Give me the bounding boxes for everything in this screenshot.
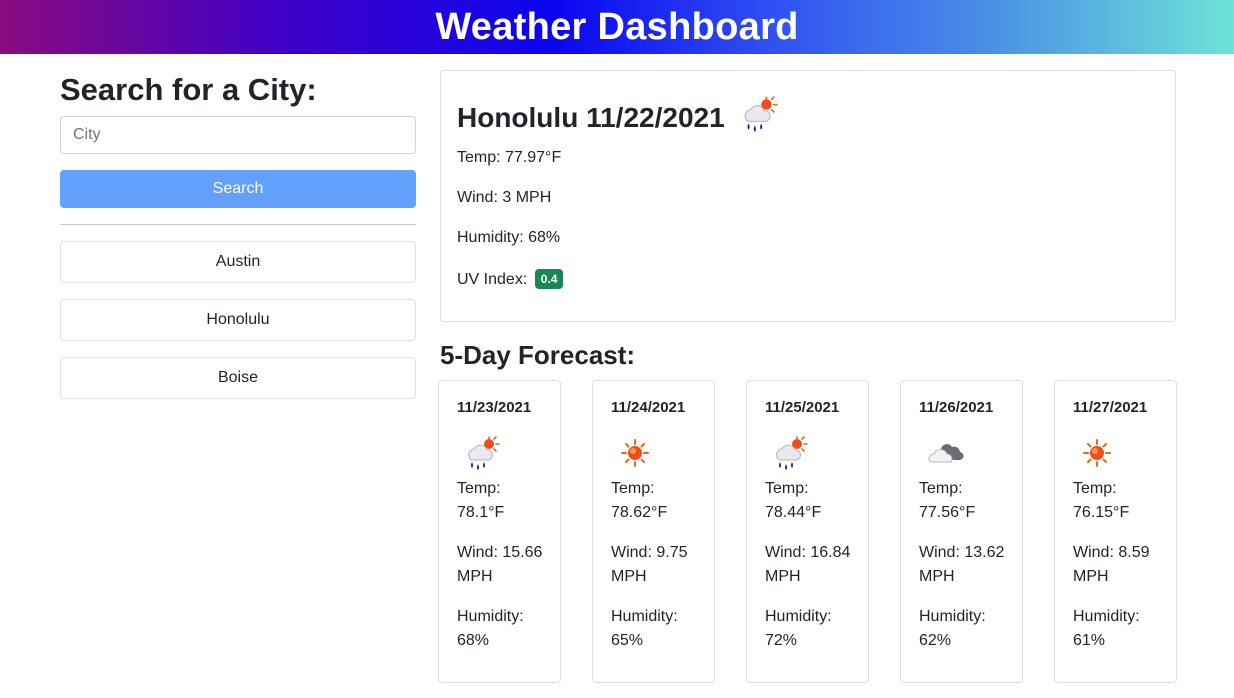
forecast-humidity-label: Humidity: [457,608,524,625]
forecast-temp-label: Temp: [765,480,809,497]
rain-sun-icon [461,433,501,478]
forecast-temp-label: Temp: [457,480,501,497]
rain-sun-icon [769,433,809,478]
forecast-humidity-label: Humidity: [1073,608,1140,625]
forecast-wind-unit: MPH [611,568,647,585]
forecast-temp-value: 78.62°F [611,504,668,521]
current-temp: Temp: 77.97°F [457,149,562,166]
forecast-card: 11/24/2021 Temp: 78.62°F Wind: 9.75 MPH Hu… [592,380,715,683]
forecast-humidity: Humidity: 72% [765,605,865,653]
forecast-title: 5-Day Forecast: [440,340,636,370]
forecast-temp: Temp: 78.44°F [765,477,865,525]
forecast-wind-label: Wind: 16.84 [765,544,851,561]
forecast-wind-label: Wind: 9.75 [611,544,688,561]
forecast-wind: Wind: 9.75 MPH [611,541,711,589]
history-button-boise[interactable]: Boise [60,357,416,399]
rain-sun-icon [737,93,779,142]
app-header: Weather Dashboard [0,0,1234,54]
forecast-card: 11/25/2021 Temp: 78.44°F Wind: 16.84 MPH H… [746,380,869,683]
history-button-austin[interactable]: Austin [60,241,416,283]
forecast-temp-label: Temp: [919,480,963,497]
forecast-wind-unit: MPH [765,568,801,585]
forecast-humidity: Humidity: 62% [919,605,1019,653]
forecast-temp-value: 77.56°F [919,504,976,521]
forecast-temp-value: 78.1°F [457,504,505,521]
forecast-humidity: Humidity: 61% [1073,605,1173,653]
forecast-wind-label: Wind: 8.59 [1073,544,1150,561]
app-title: Weather Dashboard [435,5,799,48]
history-button-honolulu[interactable]: Honolulu [60,299,416,341]
forecast-temp-value: 76.15°F [1073,504,1130,521]
cloud-icon [923,433,967,478]
search-button[interactable]: Search [60,170,416,208]
forecast-wind-unit: MPH [919,568,955,585]
forecast-humidity: Humidity: 68% [457,605,557,653]
forecast-wind: Wind: 16.84 MPH [765,541,865,589]
forecast-wind-label: Wind: 13.62 [919,544,1005,561]
current-weather-heading: Honolulu 11/22/2021 [457,93,779,142]
forecast-temp: Temp: 76.15°F [1073,477,1173,525]
forecast-date: 11/27/2021 [1073,399,1148,416]
current-uv-index: UV Index: 0.4 [457,269,564,289]
forecast-wind: Wind: 15.66 MPH [457,541,557,589]
forecast-card: 11/26/2021 Temp: 77.56°F Wind: 13.62 MPH H… [900,380,1023,683]
forecast-humidity-label: Humidity: [765,608,832,625]
forecast-humidity: Humidity: 65% [611,605,711,653]
forecast-card: 11/27/2021 Temp: 76.15°F Wind: 8.59 MPH Hu… [1054,380,1177,683]
forecast-humidity-value: 61% [1073,632,1106,649]
forecast-wind-label: Wind: 15.66 [457,544,543,561]
current-wind: Wind: 3 MPH [457,189,552,206]
forecast-humidity-label: Humidity: [611,608,678,625]
forecast-humidity-value: 68% [457,632,490,649]
forecast-date: 11/24/2021 [611,399,686,416]
forecast-card: 11/23/2021 Temp: 78.1°F Wind: 15.66 MPH Hu… [438,380,561,683]
forecast-date: 11/25/2021 [765,399,840,416]
forecast-wind: Wind: 8.59 MPH [1073,541,1173,589]
forecast-wind-unit: MPH [1073,568,1109,585]
forecast-date: 11/26/2021 [919,399,994,416]
forecast-temp: Temp: 78.1°F [457,477,557,525]
forecast-humidity-value: 72% [765,632,798,649]
sun-icon [1077,433,1117,478]
current-weather-card: Honolulu 11/22/2021 Temp: 77.97°F Wind: … [440,70,1176,322]
current-humidity: Humidity: 68% [457,229,561,246]
forecast-temp: Temp: 77.56°F [919,477,1019,525]
forecast-wind-unit: MPH [457,568,493,585]
forecast-temp-value: 78.44°F [765,504,822,521]
forecast-temp-label: Temp: [611,480,655,497]
current-city-date: Honolulu 11/22/2021 [457,101,725,133]
forecast-date: 11/23/2021 [457,399,532,416]
forecast-temp: Temp: 78.62°F [611,477,711,525]
search-title: Search for a City: [60,72,317,107]
forecast-humidity-label: Humidity: [919,608,986,625]
forecast-humidity-value: 62% [919,632,952,649]
forecast-humidity-value: 65% [611,632,644,649]
forecast-wind: Wind: 13.62 MPH [919,541,1019,589]
sun-icon [615,433,655,478]
forecast-temp-label: Temp: [1073,480,1117,497]
uv-label: UV Index: [457,271,528,288]
city-search-input[interactable] [60,116,416,154]
sidebar-divider [60,224,416,225]
uv-badge: 0.4 [534,269,564,289]
